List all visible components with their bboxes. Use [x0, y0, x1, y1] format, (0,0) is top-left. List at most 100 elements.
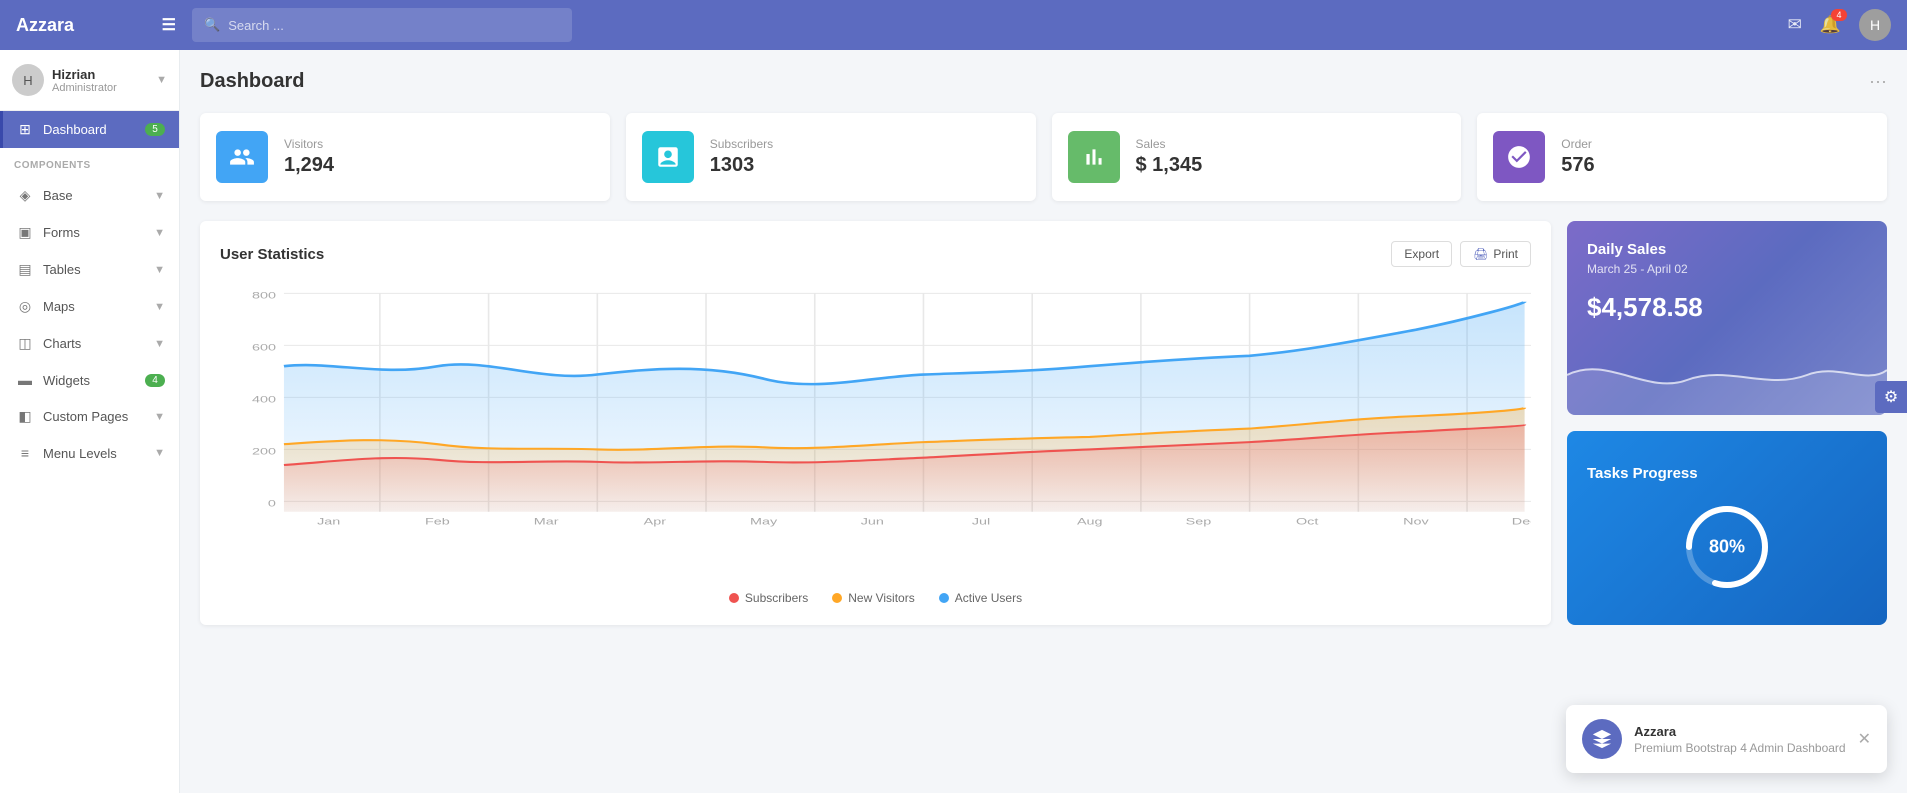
progress-circle: 80%: [1682, 502, 1772, 592]
svg-text:Dec: Dec: [1512, 516, 1531, 527]
search-input[interactable]: [228, 18, 560, 33]
notification-icon[interactable]: 🔔 4: [1820, 15, 1841, 35]
forms-label: Forms: [43, 225, 150, 240]
subscribers-label: Subscribers: [710, 137, 773, 151]
tables-arrow: ▼: [154, 264, 165, 276]
base-arrow: ▼: [154, 190, 165, 202]
print-icon: 🖨: [1473, 247, 1488, 261]
stat-cards: Visitors 1,294 Subscribers 1303 Sale: [200, 113, 1887, 201]
menu-levels-label: Menu Levels: [43, 446, 150, 461]
svg-text:Jul: Jul: [972, 516, 990, 527]
dashboard-badge: 5: [145, 123, 165, 136]
charts-arrow: ▼: [154, 338, 165, 350]
chart-svg: 0 200 400 600 800 Jan Feb Mar Apr May Ju…: [220, 283, 1531, 543]
svg-text:May: May: [750, 516, 778, 527]
stat-card-subscribers: Subscribers 1303: [626, 113, 1036, 201]
menu-levels-icon: ≡: [17, 445, 33, 461]
sidebar-item-tables[interactable]: ▤ Tables ▼: [0, 251, 179, 288]
visitors-icon-box: [216, 131, 268, 183]
sidebar-item-dashboard[interactable]: ⊞ Dashboard 5: [0, 111, 179, 148]
sidebar-item-charts[interactable]: ◫ Charts ▼: [0, 325, 179, 362]
sidebar-item-maps[interactable]: ◎ Maps ▼: [0, 288, 179, 325]
base-icon: ◈: [17, 187, 33, 204]
hamburger-icon[interactable]: ☰: [162, 15, 176, 35]
legend-label-active-users: Active Users: [955, 591, 1022, 605]
chart-legend: Subscribers New Visitors Active Users: [220, 591, 1531, 605]
top-navbar: Azzara ☰ 🔍 ✉ 🔔 4 H: [0, 0, 1907, 50]
svg-text:Apr: Apr: [644, 516, 666, 527]
toast-title: Azzara: [1634, 724, 1845, 739]
legend-subscribers: Subscribers: [729, 591, 808, 605]
legend-dot-active-users: [939, 593, 949, 603]
maps-label: Maps: [43, 299, 150, 314]
visitors-label: Visitors: [284, 137, 334, 151]
user-statistics-card: User Statistics Export 🖨 Print: [200, 221, 1551, 625]
charts-icon: ◫: [17, 335, 33, 352]
widgets-icon: ▬: [17, 372, 33, 388]
svg-text:600: 600: [252, 342, 276, 353]
forms-arrow: ▼: [154, 227, 165, 239]
mail-icon[interactable]: ✉: [1788, 15, 1802, 35]
brand: Azzara ☰: [16, 15, 176, 36]
sidebar-user-info: Hizrian Administrator: [52, 67, 148, 94]
right-panel: Daily Sales March 25 - April 02 $4,578.5…: [1567, 221, 1887, 625]
legend-dot-subscribers: [729, 593, 739, 603]
toast-subtitle: Premium Bootstrap 4 Admin Dashboard: [1634, 741, 1845, 755]
search-icon: 🔍: [204, 17, 220, 33]
navbar-right: ✉ 🔔 4 H: [1788, 9, 1891, 41]
svg-text:Feb: Feb: [425, 516, 450, 527]
sales-info: Sales $ 1,345: [1136, 137, 1203, 177]
sidebar-item-menu-levels[interactable]: ≡ Menu Levels ▼: [0, 435, 179, 471]
custom-pages-arrow: ▼: [154, 411, 165, 423]
notification-badge: 4: [1831, 9, 1847, 21]
svg-text:Aug: Aug: [1077, 516, 1103, 527]
order-value: 576: [1561, 154, 1594, 177]
page-title: Dashboard: [200, 70, 1869, 93]
widgets-badge: 4: [145, 374, 165, 387]
svg-text:Sep: Sep: [1186, 516, 1212, 527]
daily-sales-amount: $4,578.58: [1587, 292, 1867, 323]
charts-label: Charts: [43, 336, 150, 351]
page-options-button[interactable]: ···: [1869, 71, 1887, 92]
custom-pages-icon: ◧: [17, 408, 33, 425]
components-section-title: COMPONENTS: [0, 148, 179, 177]
export-button[interactable]: Export: [1391, 241, 1452, 267]
sidebar-item-base[interactable]: ◈ Base ▼: [0, 177, 179, 214]
toast-close-button[interactable]: ✕: [1858, 729, 1871, 749]
svg-text:Nov: Nov: [1403, 516, 1430, 527]
sales-value: $ 1,345: [1136, 154, 1203, 177]
subscribers-icon-box: [642, 131, 694, 183]
main-layout: H Hizrian Administrator ▼ ⊞ Dashboard 5 …: [0, 50, 1907, 793]
sidebar-item-custom-pages[interactable]: ◧ Custom Pages ▼: [0, 398, 179, 435]
sidebar-item-forms[interactable]: ▣ Forms ▼: [0, 214, 179, 251]
forms-icon: ▣: [17, 224, 33, 241]
legend-new-visitors: New Visitors: [832, 591, 914, 605]
svg-text:Jun: Jun: [861, 516, 884, 527]
svg-text:0: 0: [268, 498, 276, 509]
tables-icon: ▤: [17, 261, 33, 278]
custom-pages-label: Custom Pages: [43, 409, 150, 424]
brand-name: Azzara: [16, 15, 74, 36]
svg-text:400: 400: [252, 394, 276, 405]
sidebar-user-arrow[interactable]: ▼: [156, 74, 167, 86]
tasks-progress-title: Tasks Progress: [1587, 465, 1698, 482]
legend-dot-new-visitors: [832, 593, 842, 603]
chart-title: User Statistics: [220, 246, 1383, 263]
legend-label-new-visitors: New Visitors: [848, 591, 914, 605]
bottom-section: User Statistics Export 🖨 Print: [200, 221, 1887, 625]
stat-card-order: Order 576: [1477, 113, 1887, 201]
daily-sales-title: Daily Sales: [1587, 241, 1867, 258]
sales-label: Sales: [1136, 137, 1203, 151]
daily-sales-date: March 25 - April 02: [1587, 262, 1867, 276]
sidebar-item-widgets[interactable]: ▬ Widgets 4: [0, 362, 179, 398]
chart-header: User Statistics Export 🖨 Print: [220, 241, 1531, 267]
widgets-label: Widgets: [43, 373, 145, 388]
visitors-info: Visitors 1,294: [284, 137, 334, 177]
chart-area: 0 200 400 600 800 Jan Feb Mar Apr May Ju…: [220, 283, 1531, 583]
dashboard-icon: ⊞: [17, 121, 33, 138]
svg-text:200: 200: [252, 446, 276, 457]
user-avatar[interactable]: H: [1859, 9, 1891, 41]
settings-button[interactable]: ⚙: [1875, 381, 1907, 413]
order-label: Order: [1561, 137, 1594, 151]
print-button[interactable]: 🖨 Print: [1460, 241, 1531, 267]
